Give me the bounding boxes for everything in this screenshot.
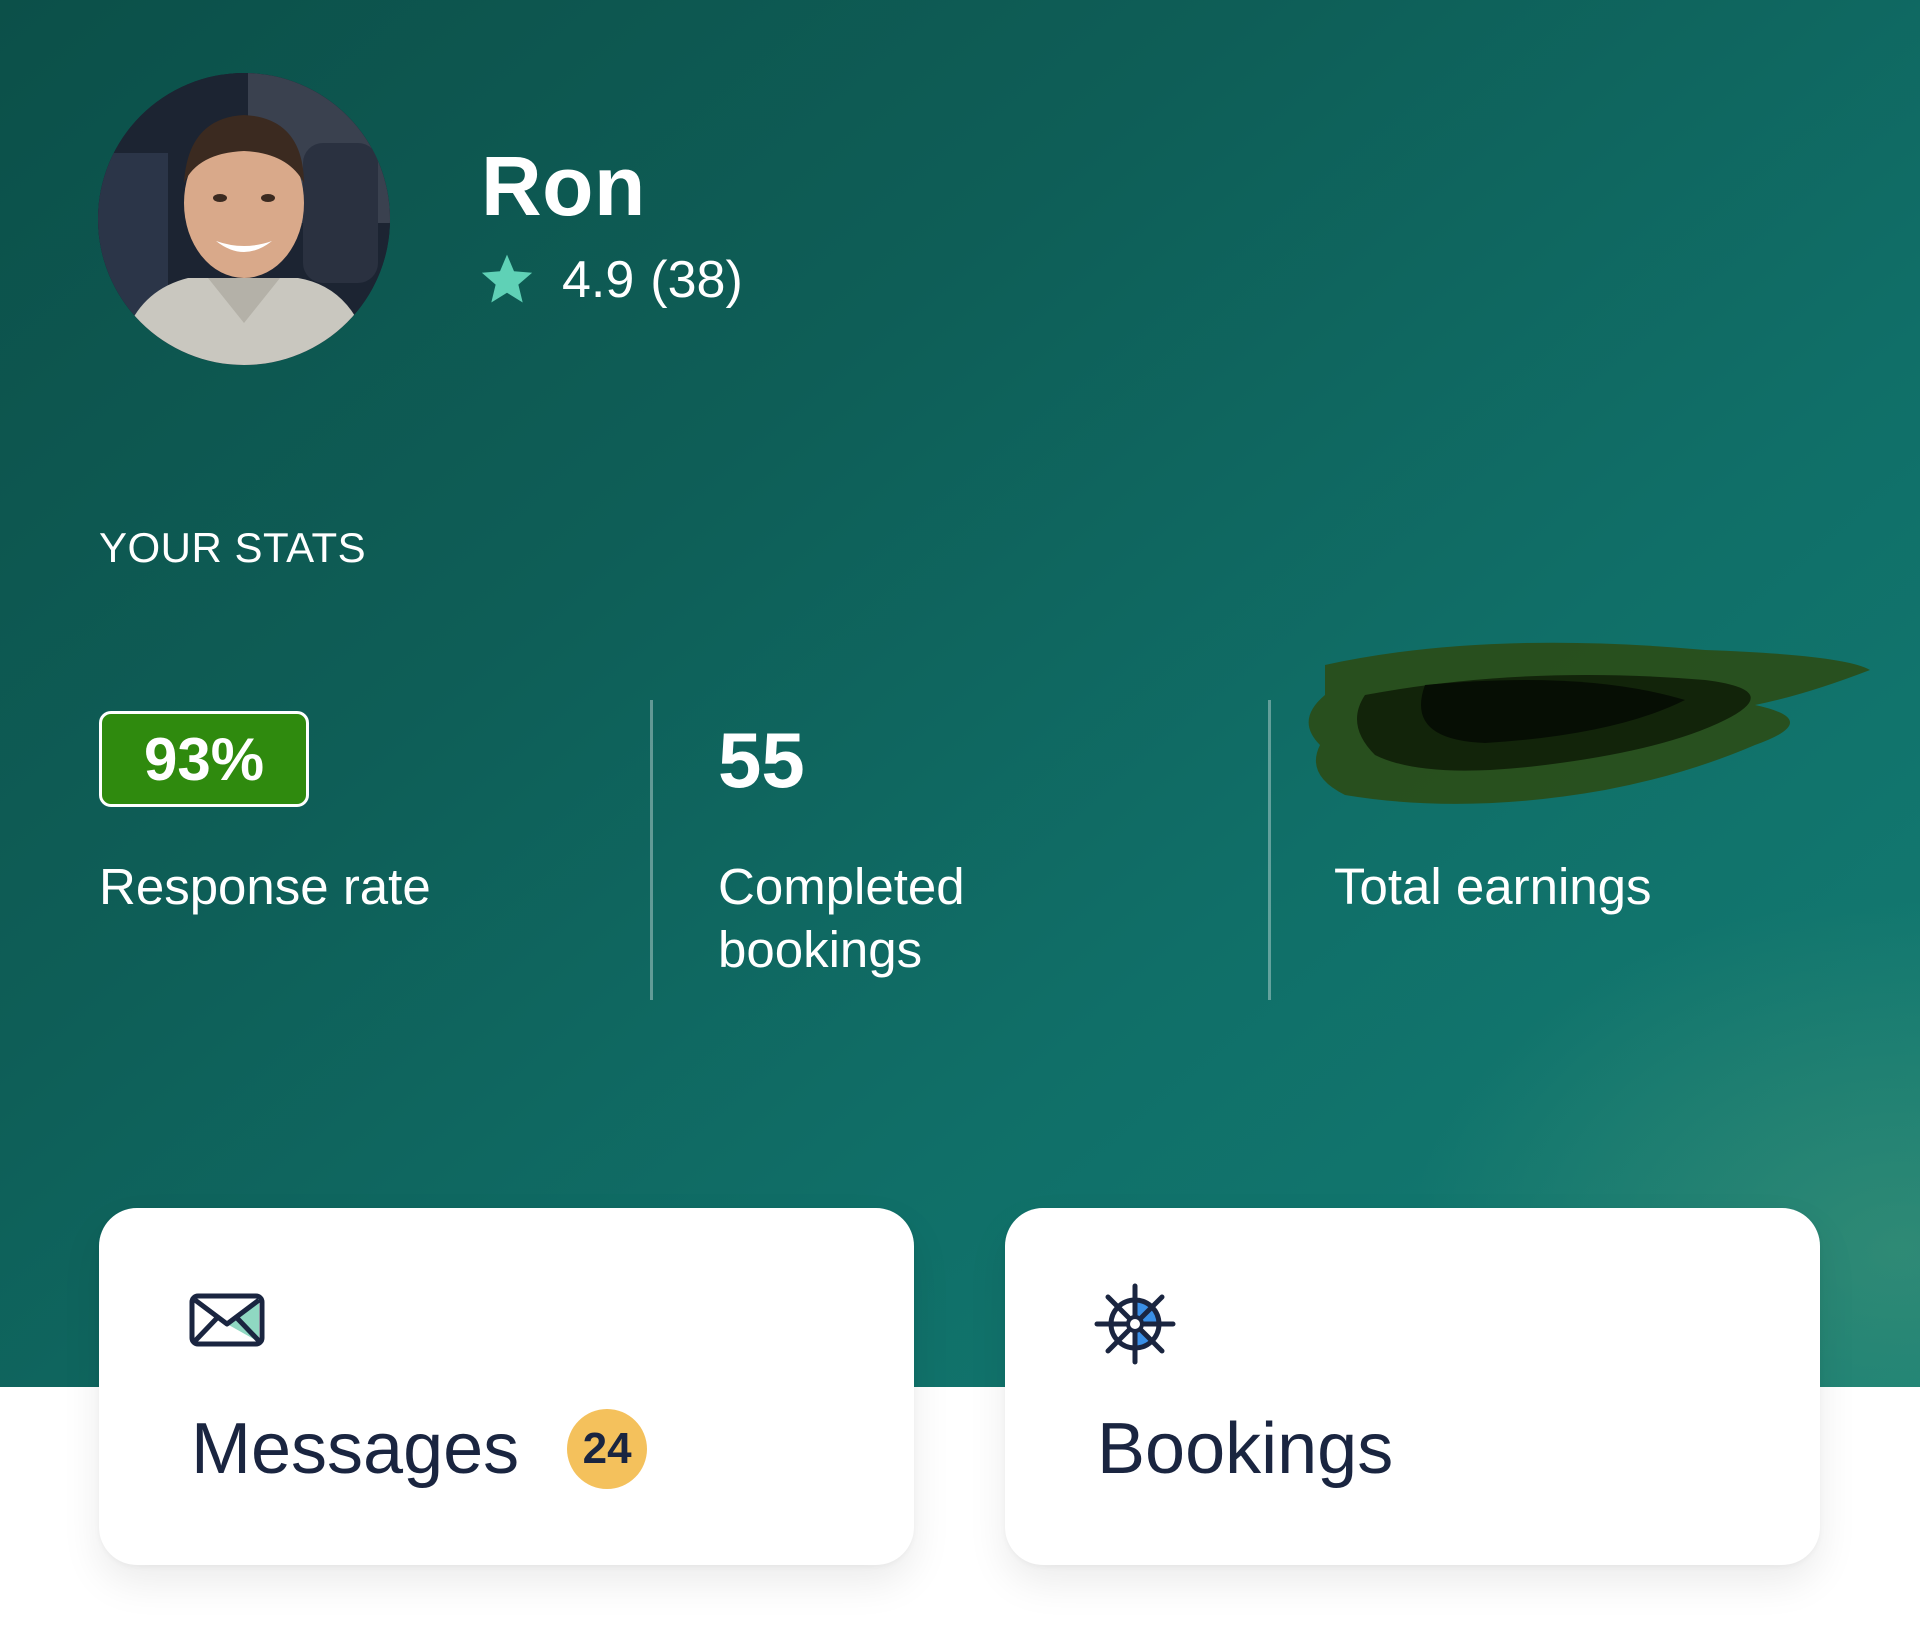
completed-bookings-label: Completed bookings: [718, 858, 965, 978]
messages-label: Messages: [191, 1409, 520, 1489]
avatar-photo: [98, 73, 390, 365]
bookings-label-row: Bookings: [1097, 1404, 1393, 1494]
review-count: (38): [650, 251, 743, 309]
stat-divider: [1268, 700, 1271, 1000]
bookings-card[interactable]: Bookings: [1005, 1208, 1820, 1565]
ship-wheel-icon: [1094, 1283, 1176, 1365]
unread-count-badge: 24: [567, 1409, 648, 1489]
total-earnings-label: Total earnings: [1334, 858, 1652, 915]
response-rate-label: Response rate: [99, 858, 431, 915]
profile-name: Ron: [481, 139, 646, 233]
rating: 4.9 (38): [478, 245, 743, 315]
messages-card[interactable]: Messages 24: [99, 1208, 914, 1565]
profile-header: Ron 4.9 (38) YOUR STATS 93% Response rat…: [0, 0, 1920, 1387]
rating-value: 4.9: [562, 251, 635, 309]
stats-section-title: YOUR STATS: [99, 524, 367, 571]
star-icon: [481, 254, 533, 303]
envelope-icon: [189, 1293, 265, 1347]
messages-label-row: Messages 24: [191, 1404, 648, 1494]
stat-divider: [650, 700, 653, 1000]
response-rate-badge: 93%: [99, 711, 309, 807]
completed-bookings-value: 55: [718, 716, 805, 804]
avatar[interactable]: [98, 73, 390, 365]
redaction-scribble: [1308, 642, 1870, 804]
bookings-label: Bookings: [1097, 1409, 1394, 1489]
